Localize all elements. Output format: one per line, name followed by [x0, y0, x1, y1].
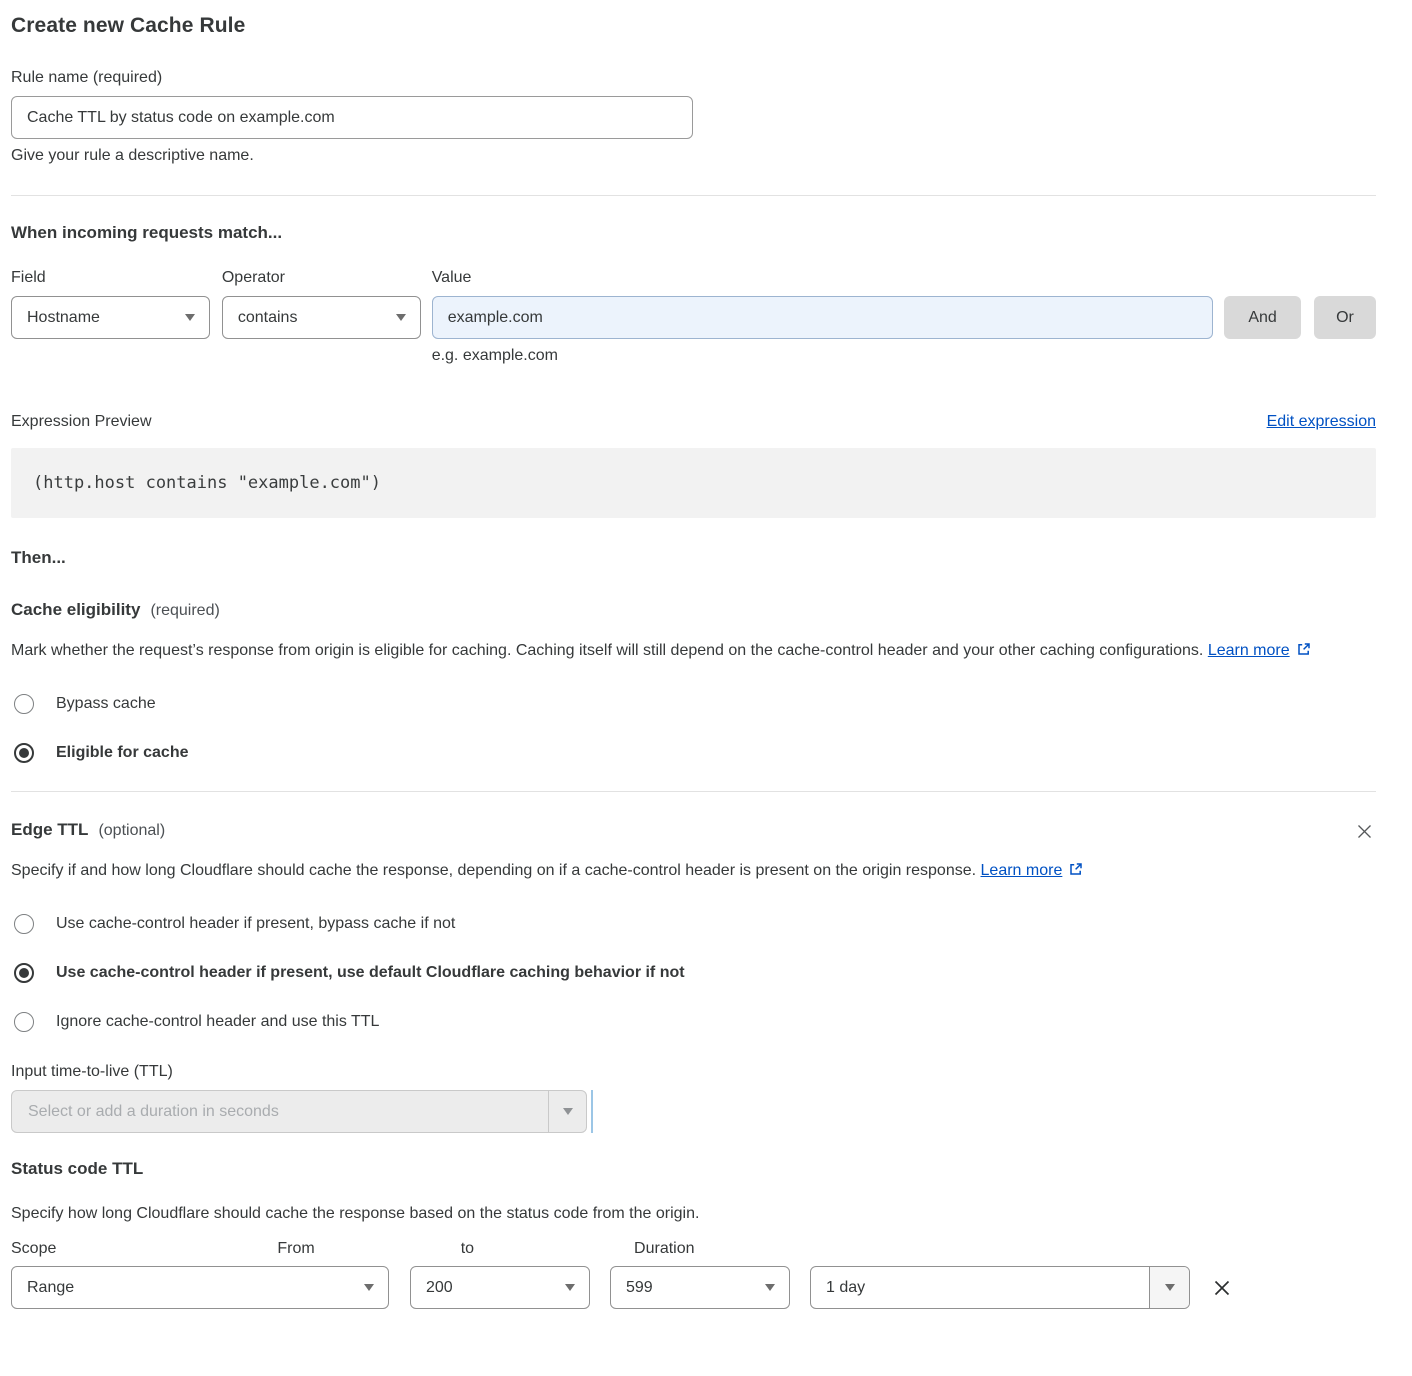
learn-more-label: Learn more — [1208, 642, 1290, 659]
scope-label: Scope — [11, 1240, 56, 1258]
chevron-down-icon — [185, 314, 195, 321]
duration-select-value: 1 day — [811, 1279, 1149, 1297]
expression-preview-section: Expression Preview Edit expression (http… — [11, 413, 1376, 518]
expression-code: (http.host contains "example.com") — [11, 448, 1376, 518]
radio-option-label: Use cache-control header if present, byp… — [56, 915, 455, 933]
operator-label: Operator — [222, 269, 421, 287]
learn-more-label: Learn more — [981, 862, 1063, 879]
status-code-ttl-heading: Status code TTL — [11, 1159, 1376, 1179]
field-select[interactable]: Hostname — [11, 296, 210, 339]
match-heading: When incoming requests match... — [11, 223, 1376, 243]
edge-ttl-learn-more-link[interactable]: Learn more — [981, 862, 1085, 879]
rule-name-label: Rule name (required) — [11, 69, 1376, 87]
radio-option-ignore-header[interactable]: Ignore cache-control header and use this… — [11, 1012, 1376, 1032]
page-title: Create new Cache Rule — [11, 14, 1376, 38]
cache-eligibility-learn-more-link[interactable]: Learn more — [1208, 642, 1312, 659]
remove-status-code-ttl-button[interactable] — [1209, 1275, 1235, 1301]
chevron-down-icon — [563, 1108, 573, 1115]
status-code-ttl-section: Status code TTL Specify how long Cloudfl… — [11, 1159, 1376, 1309]
from-select[interactable]: 200 — [410, 1266, 590, 1309]
divider — [11, 791, 1376, 792]
status-code-ttl-labels: Scope From to Duration — [11, 1240, 1376, 1258]
divider — [11, 195, 1376, 196]
cache-eligibility-heading: Cache eligibility — [11, 600, 140, 620]
field-label: Field — [11, 269, 210, 287]
chevron-down-icon — [765, 1284, 775, 1291]
close-icon — [1355, 822, 1374, 841]
radio-option-use-header-bypass[interactable]: Use cache-control header if present, byp… — [11, 914, 1376, 934]
cache-eligibility-description: Mark whether the request’s response from… — [11, 637, 1359, 665]
cache-eligibility-section: Cache eligibility (required) Mark whethe… — [11, 600, 1376, 763]
external-link-icon — [1068, 861, 1084, 877]
to-select-value: 599 — [626, 1279, 653, 1297]
expression-preview-label: Expression Preview — [11, 413, 152, 431]
edit-expression-link[interactable]: Edit expression — [1267, 413, 1376, 431]
radio-option-label: Bypass cache — [56, 695, 156, 713]
radio-option-label: Eligible for cache — [56, 744, 188, 762]
radio-option-eligible-for-cache[interactable]: Eligible for cache — [11, 743, 1376, 763]
close-edge-ttl-button[interactable] — [1353, 820, 1376, 843]
radio-option-label: Ignore cache-control header and use this… — [56, 1013, 379, 1031]
edge-ttl-heading: Edge TTL — [11, 820, 88, 840]
and-button[interactable]: And — [1224, 296, 1301, 339]
value-label: Value — [432, 269, 1213, 287]
to-label: to — [461, 1240, 474, 1258]
value-helper: e.g. example.com — [432, 347, 1213, 365]
field-select-value: Hostname — [27, 309, 100, 327]
external-link-icon — [1296, 641, 1312, 657]
rule-name-input[interactable] — [11, 96, 693, 139]
text-cursor — [591, 1090, 593, 1133]
match-section: When incoming requests match... Field Ho… — [11, 223, 1376, 365]
edge-ttl-section: Edge TTL (optional) Specify if and how l… — [11, 820, 1376, 1133]
chevron-down-icon — [364, 1284, 374, 1291]
or-button[interactable]: Or — [1314, 296, 1376, 339]
radio-option-bypass-cache[interactable]: Bypass cache — [11, 694, 1376, 714]
edge-ttl-description: Specify if and how long Cloudflare shoul… — [11, 857, 1113, 885]
radio-selected-icon[interactable] — [14, 743, 34, 763]
operator-select[interactable]: contains — [222, 296, 421, 339]
rule-name-helper: Give your rule a descriptive name. — [11, 147, 1376, 165]
status-code-ttl-description: Specify how long Cloudflare should cache… — [11, 1200, 1376, 1228]
ttl-duration-select[interactable]: Select or add a duration in seconds — [11, 1090, 587, 1133]
required-tag: (required) — [150, 602, 219, 620]
radio-option-use-header-default[interactable]: Use cache-control header if present, use… — [11, 963, 1376, 983]
from-label: From — [277, 1240, 314, 1258]
ttl-input-group: Input time-to-live (TTL) Select or add a… — [11, 1063, 1376, 1133]
ttl-input-label: Input time-to-live (TTL) — [11, 1063, 1376, 1081]
scope-select[interactable]: Range — [11, 1266, 389, 1309]
then-heading: Then... — [11, 548, 1376, 568]
to-select[interactable]: 599 — [610, 1266, 790, 1309]
dropdown-button[interactable] — [1149, 1267, 1189, 1308]
radio-unselected-icon[interactable] — [14, 694, 34, 714]
operator-select-value: contains — [238, 309, 298, 327]
radio-unselected-icon[interactable] — [14, 1012, 34, 1032]
from-select-value: 200 — [426, 1279, 453, 1297]
rule-name-group: Rule name (required) Give your rule a de… — [11, 69, 1376, 165]
duration-select[interactable]: 1 day — [810, 1266, 1190, 1309]
chevron-down-icon — [1165, 1284, 1175, 1291]
radio-option-label: Use cache-control header if present, use… — [56, 964, 685, 982]
value-input[interactable] — [432, 296, 1213, 339]
cache-eligibility-description-text: Mark whether the request’s response from… — [11, 642, 1203, 659]
ttl-duration-placeholder: Select or add a duration in seconds — [12, 1103, 279, 1121]
radio-selected-icon[interactable] — [14, 963, 34, 983]
optional-tag: (optional) — [98, 822, 165, 840]
scope-select-value: Range — [27, 1279, 74, 1297]
match-row: Field Hostname Operator contains Value e… — [11, 269, 1376, 365]
chevron-down-icon — [565, 1284, 575, 1291]
remove-icon — [1211, 1277, 1233, 1299]
duration-label: Duration — [634, 1240, 694, 1258]
create-cache-rule-form: Create new Cache Rule Rule name (require… — [0, 0, 1412, 1309]
radio-unselected-icon[interactable] — [14, 914, 34, 934]
chevron-down-icon — [396, 314, 406, 321]
dropdown-button[interactable] — [548, 1091, 586, 1132]
status-code-ttl-controls: Range 200 599 1 day — [11, 1266, 1376, 1309]
edge-ttl-description-text: Specify if and how long Cloudflare shoul… — [11, 862, 976, 879]
